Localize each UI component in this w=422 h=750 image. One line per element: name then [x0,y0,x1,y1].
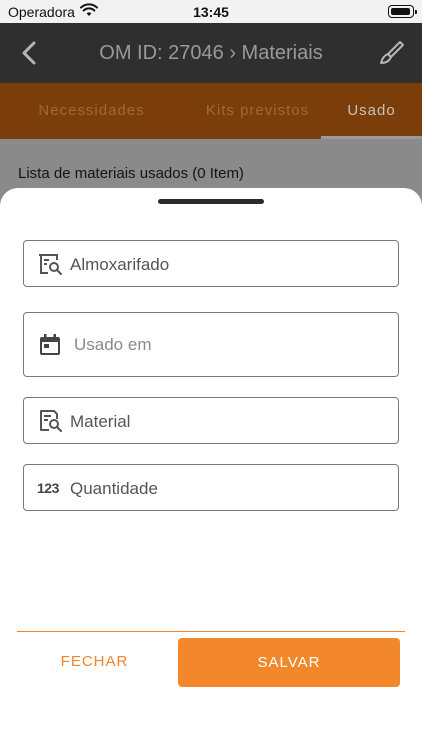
almoxarifado-placeholder: Almoxarifado [70,255,170,274]
usado-em-field[interactable]: Usado em [23,312,399,377]
material-placeholder: Material [70,412,131,431]
tab-necessidades[interactable]: Necessidades [0,83,183,139]
tab-kits-previstos[interactable]: Kits previstos [170,83,345,139]
material-field[interactable]: Material [23,397,399,444]
numeric-icon: 123 [37,480,59,496]
bottom-sheet: Almoxarifado Usado em Material 123 Quant… [0,188,422,750]
clock: 13:45 [193,4,229,20]
warehouse-search-icon [39,254,62,275]
almoxarifado-field[interactable]: Almoxarifado [23,240,399,287]
tab-bar: Necessidades Kits previstos Usado [0,83,422,139]
close-button[interactable]: FECHAR [17,638,172,686]
tab-usado[interactable]: Usado [321,83,422,139]
quantidade-field[interactable]: 123 Quantidade [23,464,399,511]
save-button[interactable]: SALVAR [178,638,400,687]
brush-icon[interactable] [378,39,406,67]
status-bar: Operadora 13:45 [0,0,422,23]
quantidade-placeholder: Quantidade [70,479,158,498]
calendar-icon [40,334,60,355]
document-search-icon [40,410,62,432]
usado-em-placeholder: Usado em [74,335,152,354]
page-title: OM ID: 27046 › Materiais [99,42,323,64]
list-count-label: Lista de materiais usados (0 Item) [18,165,244,182]
battery-icon [388,5,417,18]
app-bar: OM ID: 27046 › Materiais [0,23,422,83]
footer-divider [17,631,405,632]
sheet-drag-handle[interactable] [158,199,264,204]
